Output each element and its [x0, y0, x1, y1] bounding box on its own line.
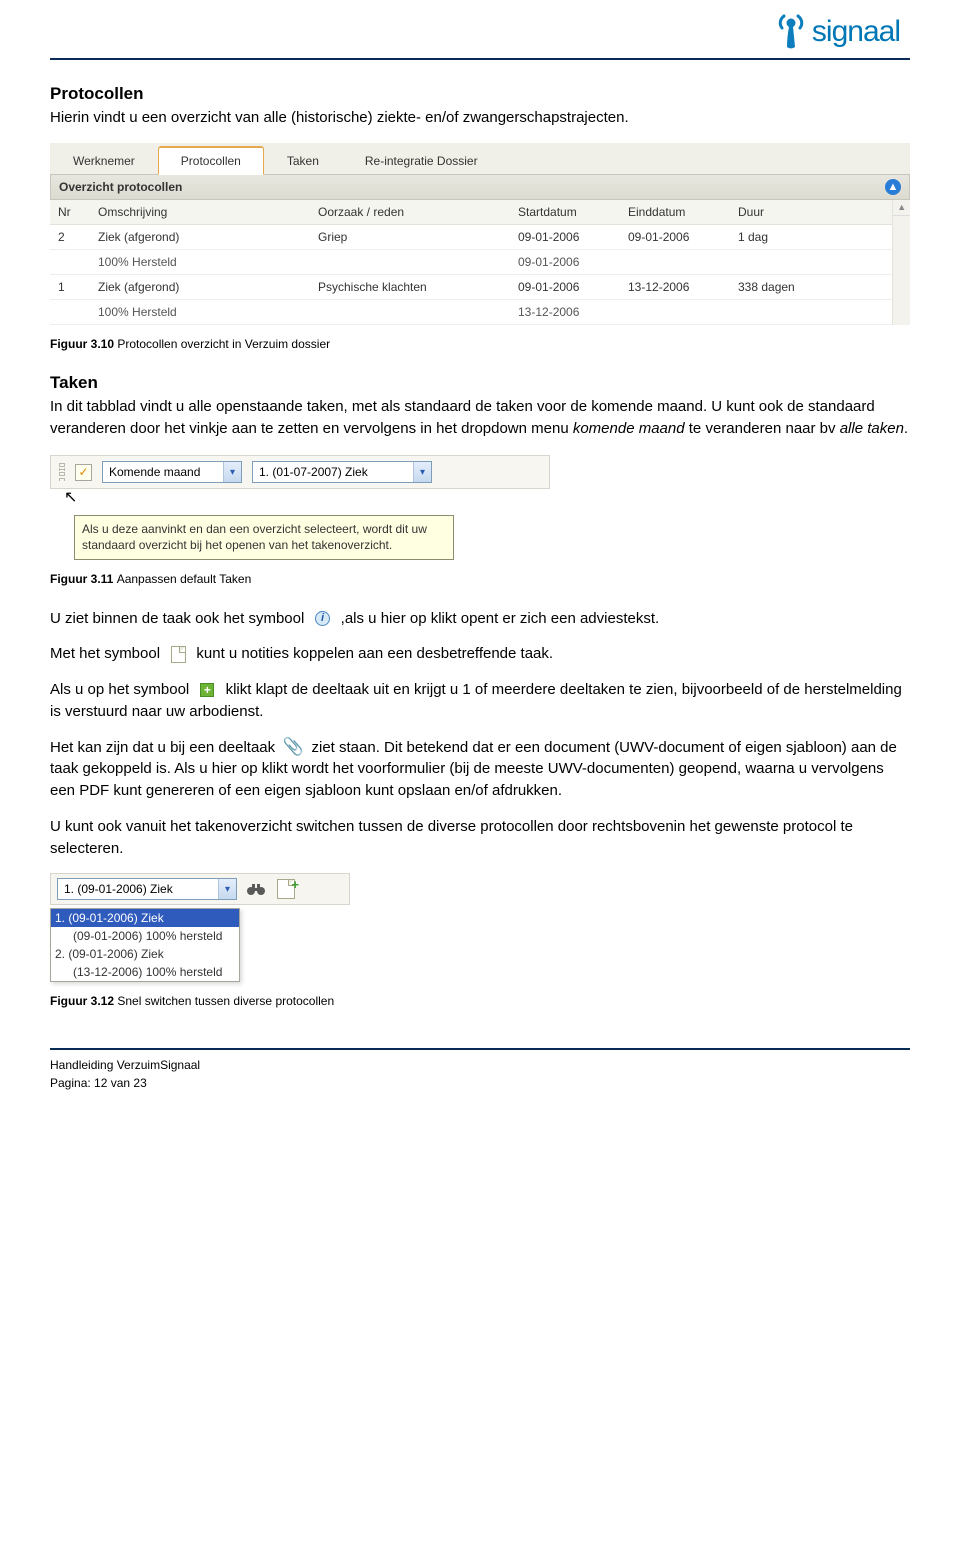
- chevron-down-icon[interactable]: ▾: [218, 879, 236, 899]
- screenshot-protocollen-overzicht: Werknemer Protocollen Taken Re-integrati…: [50, 143, 910, 325]
- binoculars-icon[interactable]: [245, 879, 267, 899]
- protocol-selector-value[interactable]: [253, 463, 413, 481]
- view-selector[interactable]: ▾: [102, 461, 242, 483]
- caption-3-12: Figuur 3.12 Snel switchen tussen diverse…: [50, 994, 910, 1008]
- brand-text: signaal: [812, 15, 900, 49]
- collapse-toggle-icon[interactable]: ▲: [885, 179, 901, 195]
- table-row[interactable]: 1 Ziek (afgerond) Psychische klachten 09…: [50, 274, 892, 299]
- header-rule: [50, 58, 910, 60]
- switch-toolbar: ▾: [50, 873, 350, 905]
- list-item[interactable]: (13-12-2006) 100% hersteld: [51, 963, 239, 981]
- col-oorzaak: Oorzaak / reden: [310, 200, 510, 225]
- table-row[interactable]: 100% Hersteld 09-01-2006: [50, 249, 892, 274]
- col-startdatum: Startdatum: [510, 200, 620, 225]
- protocol-listbox[interactable]: 1. (09-01-2006) Ziek (09-01-2006) 100% h…: [50, 908, 240, 982]
- add-note-icon[interactable]: [275, 879, 297, 899]
- signal-icon: [774, 12, 808, 52]
- heading-protocollen: Protocollen: [50, 84, 910, 104]
- switch-combo-value[interactable]: [58, 880, 218, 898]
- panel-header: Overzicht protocollen ▲: [50, 175, 910, 200]
- tooltip-default-overzicht: Als u deze aanvinkt en dan een overzicht…: [74, 515, 454, 559]
- footer: Handleiding VerzuimSignaal Pagina: 12 va…: [50, 1056, 910, 1092]
- tab-protocollen[interactable]: Protocollen: [158, 146, 264, 175]
- expand-plus-icon: +: [197, 681, 217, 699]
- taken-p-clip-icon: Het kan zijn dat u bij een deeltaak 📎 zi…: [50, 737, 910, 802]
- panel-title: Overzicht protocollen: [59, 180, 182, 194]
- taken-p-note-icon: Met het symbool kunt u notities koppelen…: [50, 643, 910, 665]
- table-row[interactable]: 2 Ziek (afgerond) Griep 09-01-2006 09-01…: [50, 224, 892, 249]
- logo-row: signaal: [50, 12, 910, 52]
- brand-logo: signaal: [774, 12, 900, 52]
- table-row[interactable]: 100% Hersteld 13-12-2006: [50, 299, 892, 324]
- list-item[interactable]: (09-01-2006) 100% hersteld: [51, 927, 239, 945]
- note-icon: [168, 645, 188, 663]
- footer-rule: [50, 1048, 910, 1050]
- scrollbar-vertical[interactable]: ▲: [892, 200, 910, 325]
- info-icon: i: [313, 610, 333, 628]
- col-omschrijving: Omschrijving: [90, 200, 310, 225]
- col-duur: Duur: [730, 200, 892, 225]
- intro-protocollen: Hierin vindt u een overzicht van alle (h…: [50, 107, 910, 129]
- taken-intro: In dit tabblad vindt u alle openstaande …: [50, 396, 910, 440]
- taken-p-switch-protocols: U kunt ook vanuit het takenoverzicht swi…: [50, 816, 910, 860]
- footer-title: Handleiding VerzuimSignaal: [50, 1056, 910, 1074]
- tab-werknemer[interactable]: Werknemer: [50, 147, 158, 174]
- tabs-bar: Werknemer Protocollen Taken Re-integrati…: [50, 143, 910, 175]
- list-item[interactable]: 2. (09-01-2006) Ziek: [51, 945, 239, 963]
- taken-p-plus-icon: Als u op het symbool + klikt klapt de de…: [50, 679, 910, 723]
- list-item[interactable]: 1. (09-01-2006) Ziek: [51, 909, 239, 927]
- scroll-up-icon[interactable]: ▲: [893, 200, 910, 216]
- protocol-selector[interactable]: ▾: [252, 461, 432, 483]
- default-checkbox[interactable]: [75, 464, 92, 481]
- table-header-row: Nr Omschrijving Oorzaak / reden Startdat…: [50, 200, 892, 225]
- col-nr: Nr: [50, 200, 90, 225]
- switch-combo[interactable]: ▾: [57, 878, 237, 900]
- cursor-icon: ↖: [64, 487, 550, 507]
- view-selector-value[interactable]: [103, 463, 223, 481]
- tab-taken[interactable]: Taken: [264, 147, 342, 174]
- paperclip-icon: 📎: [283, 739, 303, 757]
- drag-handle-icon[interactable]: [59, 463, 65, 481]
- taken-p-info-icon: U ziet binnen de taak ook het symbool i …: [50, 608, 910, 630]
- heading-taken: Taken: [50, 373, 910, 393]
- caption-3-11: Figuur 3.11 Aanpassen default Taken: [50, 572, 910, 586]
- chevron-down-icon[interactable]: ▾: [413, 462, 431, 482]
- tab-reintegratie-dossier[interactable]: Re-integratie Dossier: [342, 147, 501, 174]
- taken-toolbar: ▾ ▾: [50, 455, 550, 489]
- caption-3-10: Figuur 3.10 Protocollen overzicht in Ver…: [50, 337, 910, 351]
- screenshot-protocol-switch: ▾ 1. (09-01-2006) Ziek (09-01-2006) 100%…: [50, 873, 350, 982]
- footer-page: Pagina: 12 van 23: [50, 1074, 910, 1092]
- protocol-table: Nr Omschrijving Oorzaak / reden Startdat…: [50, 200, 892, 325]
- chevron-down-icon[interactable]: ▾: [223, 462, 241, 482]
- col-einddatum: Einddatum: [620, 200, 730, 225]
- screenshot-default-taken: ▾ ▾ ↖ Als u deze aanvinkt en dan een ove…: [50, 455, 550, 559]
